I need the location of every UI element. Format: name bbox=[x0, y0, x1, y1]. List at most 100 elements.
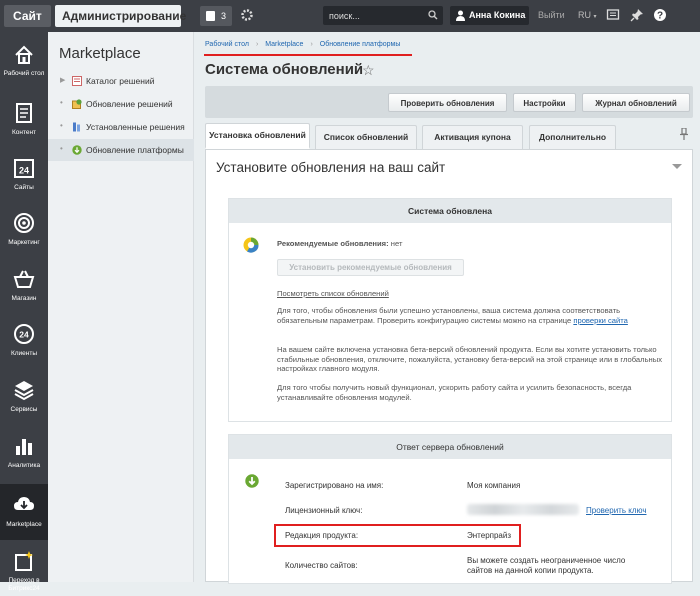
nav-item-clients[interactable]: 24 Клиенты bbox=[0, 313, 48, 369]
sidebar-item-label: Установленные решения bbox=[86, 122, 185, 132]
top-bar: Сайт Администрирование 3 Анна Кокина Вый… bbox=[0, 0, 700, 32]
gear-icon[interactable] bbox=[240, 8, 254, 22]
nav-item-shop[interactable]: Магазин bbox=[0, 258, 48, 314]
journal-button[interactable]: Журнал обновлений bbox=[582, 93, 690, 112]
site-check-link[interactable]: проверки сайта bbox=[573, 316, 628, 325]
nav-label: Marketplace bbox=[6, 521, 42, 528]
sidebar-item-catalog[interactable]: ▶ Каталог решений bbox=[48, 70, 194, 92]
site-tab[interactable]: Сайт bbox=[4, 5, 51, 27]
tab-updates-list[interactable]: Список обновлений bbox=[315, 125, 417, 149]
registered-name-label: Зарегистрировано на имя: bbox=[285, 481, 384, 490]
svg-text:24: 24 bbox=[19, 330, 29, 340]
settings-button[interactable]: Настройки bbox=[513, 93, 576, 112]
recommended-value: нет bbox=[390, 239, 403, 248]
sites-count-value: Вы можете создать неограниченное число с… bbox=[467, 556, 626, 575]
panel-title: Установите обновления на ваш сайт bbox=[216, 160, 446, 175]
bullet-icon: • bbox=[60, 144, 63, 153]
section-header-text: Ответ сервера обновлений bbox=[396, 442, 504, 452]
nav-label: Клиенты bbox=[10, 350, 38, 357]
sidebar-item-label: Обновление платформы bbox=[86, 145, 184, 155]
nav-label: Сайты bbox=[14, 184, 34, 191]
svg-text:24: 24 bbox=[19, 166, 29, 176]
breadcrumb: Рабочий стол › Marketplace › Обновление плат… bbox=[205, 41, 400, 48]
pin-tab-icon[interactable] bbox=[680, 127, 690, 140]
clients-24-icon: 24 bbox=[14, 324, 34, 344]
user-menu[interactable]: Анна Кокина bbox=[450, 6, 529, 25]
nav-label: Контент bbox=[11, 129, 37, 136]
search-icon[interactable] bbox=[428, 10, 438, 20]
tab-bar: Установка обновлений Список обновлений А… bbox=[205, 123, 693, 149]
modules-paragraph: Для того чтобы получить новый функционал… bbox=[277, 383, 632, 402]
breadcrumb-link[interactable]: Marketplace bbox=[265, 41, 303, 48]
language-value: RU bbox=[578, 10, 591, 20]
sidebar-title: Marketplace bbox=[59, 45, 141, 62]
language-select[interactable]: RU ▾ bbox=[578, 10, 597, 20]
nav-label: Рабочий стол bbox=[3, 70, 45, 77]
recommended-label: Рекомендуемые обновления: bbox=[277, 239, 389, 248]
product-edition-value: Энтерпрайз bbox=[467, 531, 512, 540]
notifications-button[interactable]: 3 bbox=[200, 6, 232, 26]
sidebar-item-platform-update[interactable]: • Обновление платформы bbox=[48, 139, 194, 161]
view-updates-list-link[interactable]: Посмотреть список обновлений bbox=[277, 289, 657, 299]
recommended-updates: Рекомендуемые обновления: нет bbox=[277, 239, 657, 249]
screen-icon[interactable] bbox=[606, 8, 620, 22]
breadcrumb-separator: › bbox=[310, 41, 313, 48]
target-icon bbox=[14, 213, 34, 233]
svg-text:?: ? bbox=[657, 11, 663, 22]
update-status-icon bbox=[243, 237, 259, 253]
platform-update-icon bbox=[72, 145, 82, 155]
server-response-section: Ответ сервера обновлений Зарегистрирован… bbox=[228, 434, 672, 584]
check-key-link[interactable]: Проверить ключ bbox=[586, 506, 646, 515]
breadcrumb-link[interactable]: Рабочий стол bbox=[205, 41, 249, 48]
tab-coupon-activation[interactable]: Активация купона bbox=[422, 125, 523, 149]
tab-additional[interactable]: Дополнительно bbox=[529, 125, 616, 149]
search-input[interactable] bbox=[329, 8, 424, 23]
beta-paragraph: На вашем сайте включена установка бета-в… bbox=[277, 345, 662, 373]
nav-item-marketplace[interactable]: Marketplace bbox=[0, 484, 48, 540]
nav-item-marketing[interactable]: Маркетинг bbox=[0, 202, 48, 258]
tab-install-updates[interactable]: Установка обновлений bbox=[205, 123, 310, 149]
nav-item-analytics[interactable]: Аналитика bbox=[0, 425, 48, 481]
notification-count: 3 bbox=[221, 11, 227, 21]
basket-icon bbox=[13, 270, 35, 288]
user-icon bbox=[456, 10, 465, 21]
nav-item-bitrix24[interactable]: Переход в Битрикс24 bbox=[0, 540, 48, 596]
bullet-icon: • bbox=[60, 98, 63, 107]
sidebar-item-label: Каталог решений bbox=[86, 76, 155, 86]
highlight-underline bbox=[204, 54, 412, 56]
tab-panel: Установите обновления на ваш сайт Систем… bbox=[205, 149, 693, 584]
sidebar-item-solutions-update[interactable]: • Обновление решений bbox=[48, 93, 194, 115]
nav-item-services[interactable]: Сервисы bbox=[0, 369, 48, 425]
expand-arrow-icon[interactable]: ▶ bbox=[60, 70, 65, 92]
user-name: Анна Кокина bbox=[469, 10, 526, 20]
breadcrumb-separator: › bbox=[255, 41, 259, 48]
help-icon[interactable]: ? bbox=[653, 8, 667, 22]
admin-tab[interactable]: Администрирование bbox=[55, 5, 186, 27]
nav-item-content[interactable]: Контент bbox=[0, 92, 48, 148]
collapse-chevron-icon[interactable] bbox=[672, 164, 682, 169]
nav-label: Аналитика bbox=[7, 462, 41, 469]
favorite-star-icon[interactable]: ☆ bbox=[362, 62, 375, 79]
check-updates-button[interactable]: Проверить обновления bbox=[388, 93, 507, 112]
license-key-blurred bbox=[467, 504, 579, 515]
catalog-icon bbox=[72, 76, 82, 86]
cloud-download-icon bbox=[14, 497, 34, 510]
breadcrumb-link[interactable]: Обновление платформы bbox=[320, 41, 401, 48]
pin-icon[interactable] bbox=[630, 8, 644, 22]
sidebar-item-label: Обновление решений bbox=[86, 99, 173, 109]
left-navigation: Рабочий стол Контент 24 Сайты Маркетинг … bbox=[0, 32, 48, 592]
registered-name-value: Моя компания bbox=[467, 481, 521, 490]
sparkle-window-icon bbox=[15, 551, 33, 571]
sidebar: Marketplace ▶ Каталог решений • Обновлен… bbox=[48, 32, 194, 582]
product-edition-label: Редакция продукта: bbox=[285, 531, 359, 540]
bar-chart-icon bbox=[16, 439, 32, 455]
requirements-text: Для того, чтобы обновления были успешно … bbox=[277, 306, 621, 325]
sidebar-item-installed[interactable]: • Установленные решения bbox=[48, 116, 194, 138]
nav-label: Магазин bbox=[11, 295, 37, 302]
nav-item-sites[interactable]: 24 Сайты bbox=[0, 147, 48, 203]
nav-label: Маркетинг bbox=[8, 239, 40, 246]
section-header: Ответ сервера обновлений bbox=[229, 435, 671, 459]
logout-link[interactable]: Выйти bbox=[538, 10, 565, 20]
nav-item-desktop[interactable]: Рабочий стол bbox=[0, 34, 48, 90]
install-recommended-button[interactable]: Установить рекомендуемые обновления bbox=[277, 259, 464, 276]
